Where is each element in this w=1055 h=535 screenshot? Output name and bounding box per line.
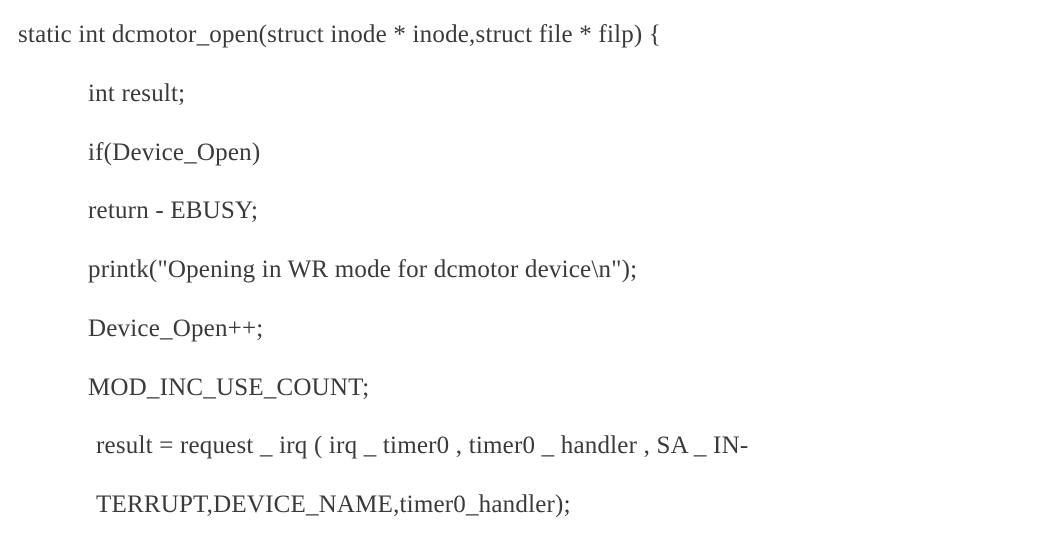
code-line-1: static int dcmotor_open(struct inode * i…: [18, 6, 1037, 65]
code-line-2: int result;: [18, 65, 1037, 124]
code-line-7: MOD_INC_USE_COUNT;: [18, 359, 1037, 418]
code-line-3: if(Device_Open): [18, 124, 1037, 183]
code-line-9: TERRUPT,DEVICE_NAME,timer0_handler);: [18, 476, 1037, 535]
code-block: static int dcmotor_open(struct inode * i…: [0, 0, 1055, 535]
code-line-5: printk("Opening in WR mode for dcmotor d…: [18, 241, 1037, 300]
code-line-8: result = request _ irq ( irq _ timer0 , …: [18, 417, 1037, 476]
code-line-4: return - EBUSY;: [18, 182, 1037, 241]
code-line-6: Device_Open++;: [18, 300, 1037, 359]
